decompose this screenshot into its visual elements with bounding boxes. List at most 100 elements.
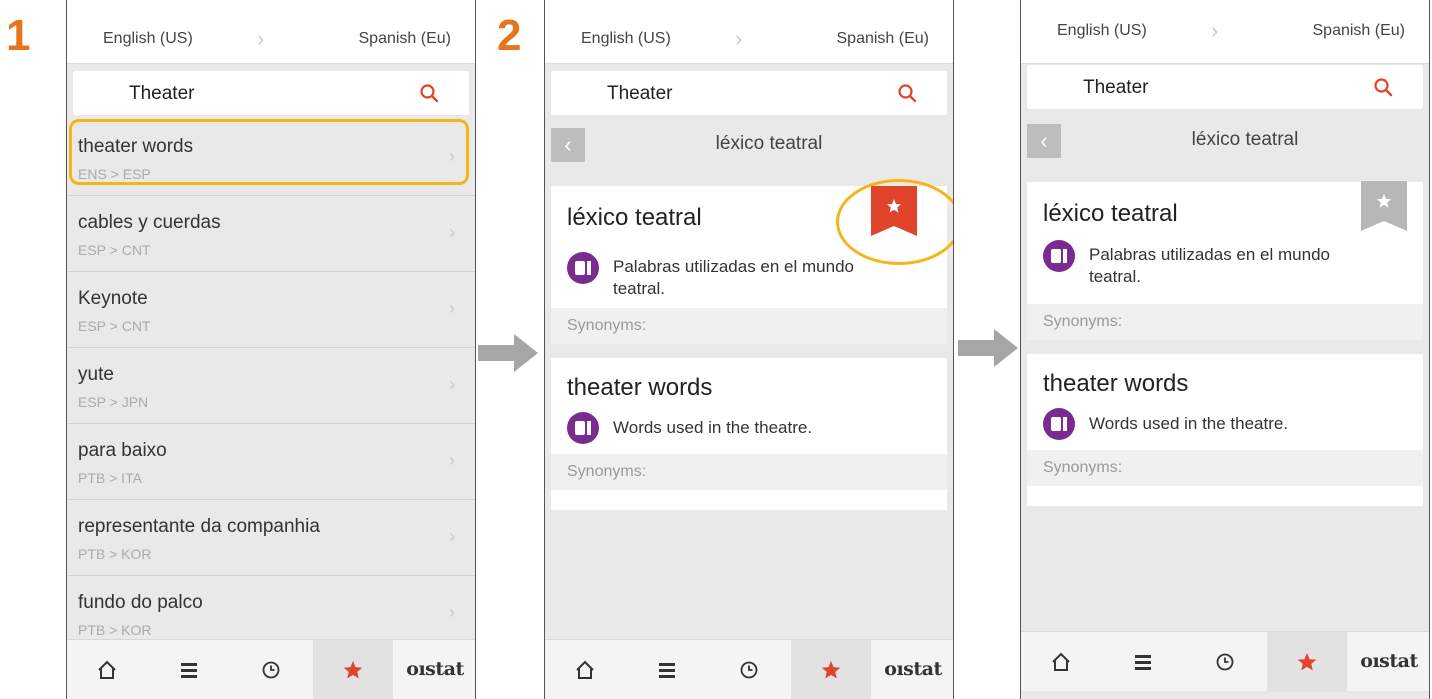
star-icon: [821, 661, 841, 679]
brand-logo: oıstat: [884, 658, 942, 680]
search-bar[interactable]: Theater: [1027, 65, 1423, 109]
step-number-1: 1: [6, 11, 31, 60]
synonyms-label: Synonyms:: [1043, 313, 1123, 330]
brand-logo: oıstat: [406, 658, 464, 680]
phone-screen-2: English (US) › Spanish (Eu) Theater ‹ lé…: [544, 0, 954, 699]
list-item-title: representante da companhia: [78, 516, 320, 537]
list-item-title: yute: [78, 364, 114, 385]
source-language[interactable]: English (US): [581, 30, 671, 48]
term-title: theater words: [567, 374, 713, 401]
chevron-right-icon: ›: [449, 298, 455, 318]
source-language[interactable]: English (US): [103, 30, 193, 48]
synonyms-label: Synonyms:: [1043, 459, 1123, 476]
clock-icon: [740, 661, 758, 679]
term-card: theater words Words used in the theatre.…: [1027, 354, 1423, 506]
synonyms-row: Synonyms:: [551, 308, 947, 344]
detail-title: léxico teatral: [1191, 129, 1299, 150]
list-item[interactable]: cables y cuerdas ESP > CNT ›: [67, 196, 475, 272]
chevron-right-icon: ›: [257, 26, 265, 51]
list-item-languages: PTB > ITA: [78, 470, 142, 486]
chevron-right-icon: ›: [449, 374, 455, 394]
list-item-languages: ESP > CNT: [78, 318, 151, 334]
term-description-line: Palabras utilizadas en el mundo: [613, 257, 854, 276]
target-language[interactable]: Spanish (Eu): [837, 30, 930, 48]
search-icon[interactable]: [1373, 77, 1393, 97]
term-description-line: teatral.: [613, 279, 665, 298]
tab-favorites[interactable]: [313, 640, 393, 699]
highlight-selection: [69, 119, 469, 185]
search-input[interactable]: Theater: [607, 83, 672, 105]
list-item-title: cables y cuerdas: [78, 212, 221, 233]
search-input[interactable]: Theater: [1083, 77, 1148, 99]
bookmark-icon[interactable]: [1361, 181, 1407, 231]
home-icon: [1052, 652, 1070, 671]
chevron-right-icon: ›: [735, 26, 743, 51]
tab-bar: oıstat: [1021, 631, 1429, 692]
tab-list[interactable]: [1103, 632, 1183, 692]
home-icon: [98, 660, 116, 679]
tab-history[interactable]: [231, 640, 311, 699]
clock-icon: [262, 661, 280, 679]
tab-list[interactable]: [627, 640, 707, 699]
language-bar: English (US) › Spanish (Eu): [67, 0, 475, 64]
target-language[interactable]: Spanish (Eu): [1313, 22, 1406, 40]
book-icon: [1043, 408, 1075, 440]
tab-home[interactable]: [67, 640, 147, 699]
search-icon[interactable]: [419, 83, 439, 103]
step-number-2: 2: [497, 11, 522, 60]
tab-favorites[interactable]: [1267, 632, 1347, 692]
search-bar[interactable]: Theater: [551, 71, 947, 115]
detail-title: léxico teatral: [715, 133, 823, 154]
tab-home[interactable]: [1021, 632, 1101, 692]
language-bar: English (US) › Spanish (Eu): [1021, 0, 1429, 64]
list-item[interactable]: representante da companhia PTB > KOR ›: [67, 500, 475, 576]
tab-home[interactable]: [545, 640, 625, 699]
phone-screen-3: English (US) › Spanish (Eu) Theater ‹ lé…: [1020, 0, 1430, 699]
list-icon: [181, 663, 197, 678]
highlight-ring: [836, 179, 953, 265]
tab-history[interactable]: [709, 640, 789, 699]
term-description: Palabras utilizadas en el mundo teatral.: [1089, 244, 1330, 288]
synonyms-label: Synonyms:: [567, 463, 647, 480]
search-input[interactable]: Theater: [129, 83, 194, 105]
target-language[interactable]: Spanish (Eu): [359, 30, 452, 48]
brand-logo-button[interactable]: oıstat: [395, 640, 475, 699]
search-icon[interactable]: [897, 83, 917, 103]
term-description: Words used in the theatre.: [613, 418, 813, 437]
tab-bar: oıstat: [545, 639, 953, 699]
list-item-title: Keynote: [78, 288, 148, 309]
list-item-languages: ESP > JPN: [78, 394, 149, 410]
tab-favorites[interactable]: [791, 640, 871, 699]
brand-logo-button[interactable]: oıstat: [1349, 632, 1429, 692]
synonyms-row: Synonyms:: [551, 454, 947, 490]
language-bar: English (US) › Spanish (Eu): [545, 0, 953, 64]
synonyms-row: Synonyms:: [1027, 450, 1423, 486]
term-title: léxico teatral: [567, 204, 702, 231]
synonyms-label: Synonyms:: [567, 317, 647, 334]
list-item[interactable]: yute ESP > JPN ›: [67, 348, 475, 424]
term-title: léxico teatral: [1043, 200, 1178, 227]
clock-icon: [1216, 653, 1234, 671]
tab-list[interactable]: [149, 640, 229, 699]
brand-logo-button[interactable]: oıstat: [873, 640, 953, 699]
source-language[interactable]: English (US): [1057, 22, 1147, 40]
term-description-line: Palabras utilizadas en el mundo: [1089, 245, 1330, 264]
term-card: theater words Words used in the theatre.…: [551, 358, 947, 510]
book-icon: [567, 252, 599, 284]
list-item-languages: PTB > KOR: [78, 622, 152, 638]
chevron-right-icon: ›: [449, 222, 455, 242]
list-item[interactable]: para baixo PTB > ITA ›: [67, 424, 475, 500]
search-bar[interactable]: Theater: [73, 71, 469, 115]
book-icon: [1043, 240, 1075, 272]
list-item-languages: ESP > CNT: [78, 242, 151, 258]
home-icon: [576, 660, 594, 679]
chevron-right-icon: ›: [449, 450, 455, 470]
chevron-right-icon: ›: [449, 526, 455, 546]
list-item[interactable]: Keynote ESP > CNT ›: [67, 272, 475, 348]
term-description: Words used in the theatre.: [1089, 414, 1289, 433]
term-description-line: teatral.: [1089, 267, 1141, 286]
list-item-title: fundo do palco: [78, 592, 203, 613]
chevron-right-icon: ›: [449, 602, 455, 622]
tab-bar: oıstat: [67, 639, 475, 699]
tab-history[interactable]: [1185, 632, 1265, 692]
